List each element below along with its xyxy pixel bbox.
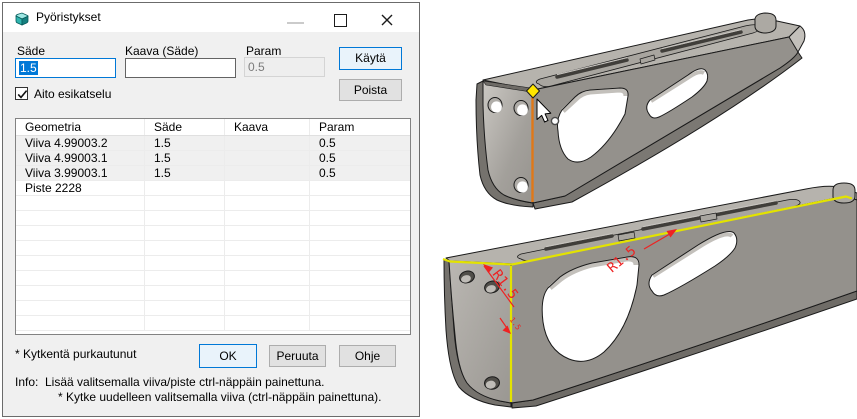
- help-button[interactable]: Ohje: [339, 345, 396, 367]
- apply-button[interactable]: Käytä: [339, 47, 402, 70]
- row-kaava: [225, 181, 310, 195]
- row-geometria: Viiva 4.99003.1: [16, 151, 145, 165]
- geometry-table[interactable]: Geometria Säde Kaava Param Viiva 4.99003…: [15, 118, 411, 335]
- empty-row: [16, 301, 410, 316]
- col-sade: Säde: [145, 119, 225, 135]
- preview-checkbox[interactable]: [15, 87, 28, 100]
- table-row[interactable]: Viiva 4.99003.2 1.5 0.5: [16, 136, 410, 151]
- radius-value: 1.5: [19, 61, 38, 75]
- cancel-button[interactable]: Peruuta: [269, 345, 326, 367]
- empty-row: [16, 286, 410, 301]
- ok-button[interactable]: OK: [199, 344, 257, 368]
- row-sade: 1.5: [145, 166, 225, 180]
- fillet-dialog: Pyöristykset Säde Kaava (Säde) Param 1.5…: [2, 2, 420, 417]
- row-sade: 1.5: [145, 151, 225, 165]
- table-row[interactable]: Piste 2228: [16, 181, 410, 196]
- dialog-titlebar[interactable]: Pyöristykset: [3, 3, 419, 32]
- row-param: 0.5: [310, 136, 410, 150]
- row-kaava: [225, 151, 310, 165]
- bracket-model-bottom[interactable]: R1.5 1.5 R1.5: [443, 183, 857, 408]
- param-value: 0.5: [248, 60, 265, 74]
- maximize-icon[interactable]: [334, 14, 347, 27]
- col-geometria: Geometria: [16, 119, 145, 135]
- empty-row: [16, 196, 410, 211]
- minimize-icon: [287, 22, 304, 24]
- end-boss: [755, 13, 776, 33]
- row-sade: 1.5: [145, 136, 225, 150]
- empty-row: [16, 256, 410, 271]
- empty-row: [16, 211, 410, 226]
- row-param: 0.5: [310, 151, 410, 165]
- preview-checkbox-label: Aito esikatselu: [34, 87, 111, 101]
- param-input: 0.5: [244, 57, 325, 77]
- status-note: * Kytkentä purkautunut: [15, 347, 136, 361]
- bolt-hole[interactable]: [514, 178, 528, 193]
- col-kaava: Kaava: [225, 119, 310, 135]
- row-param: [310, 181, 410, 195]
- bracket-model-top[interactable]: [476, 13, 805, 209]
- fillet-app-icon: [14, 10, 30, 26]
- bolt-hole[interactable]: [514, 101, 528, 116]
- row-sade: [145, 181, 225, 195]
- formula-label: Kaava (Säde): [125, 44, 198, 58]
- row-kaava: [225, 166, 310, 180]
- empty-row: [16, 271, 410, 286]
- row-kaava: [225, 136, 310, 150]
- info-label: Info:: [15, 375, 38, 389]
- empty-row: [16, 226, 410, 241]
- row-geometria: Viiva 3.99003.1: [16, 166, 145, 180]
- radius-label: Säde: [17, 44, 45, 58]
- snap-point-marker[interactable]: [551, 117, 558, 124]
- empty-row: [16, 241, 410, 256]
- radius-input[interactable]: 1.5: [15, 58, 116, 78]
- table-header: Geometria Säde Kaava Param: [16, 119, 410, 136]
- row-geometria: Viiva 4.99003.2: [16, 136, 145, 150]
- end-boss: [833, 183, 855, 203]
- cad-3d-viewport[interactable]: R1.5 1.5 R1.5: [420, 0, 857, 419]
- formula-input[interactable]: [125, 58, 236, 78]
- param-label: Param: [246, 44, 281, 58]
- info-line-2: * Kytke uudelleen valitsemalla viiva (ct…: [58, 390, 382, 404]
- screen: Pyöristykset Säde Kaava (Säde) Param 1.5…: [0, 0, 857, 419]
- empty-row: [16, 316, 410, 331]
- row-param: 0.5: [310, 166, 410, 180]
- col-param: Param: [310, 119, 410, 135]
- table-row[interactable]: Viiva 4.99003.1 1.5 0.5: [16, 151, 410, 166]
- table-row[interactable]: Viiva 3.99003.1 1.5 0.5: [16, 166, 410, 181]
- row-geometria: Piste 2228: [16, 181, 145, 195]
- remove-button[interactable]: Poista: [339, 79, 402, 101]
- dialog-title: Pyöristykset: [36, 3, 101, 32]
- info-line-1: Lisää valitsemalla viiva/piste ctrl-näpp…: [45, 375, 325, 389]
- checkmark-icon: [16, 88, 29, 101]
- bolt-hole[interactable]: [488, 98, 502, 113]
- close-icon[interactable]: [379, 12, 395, 28]
